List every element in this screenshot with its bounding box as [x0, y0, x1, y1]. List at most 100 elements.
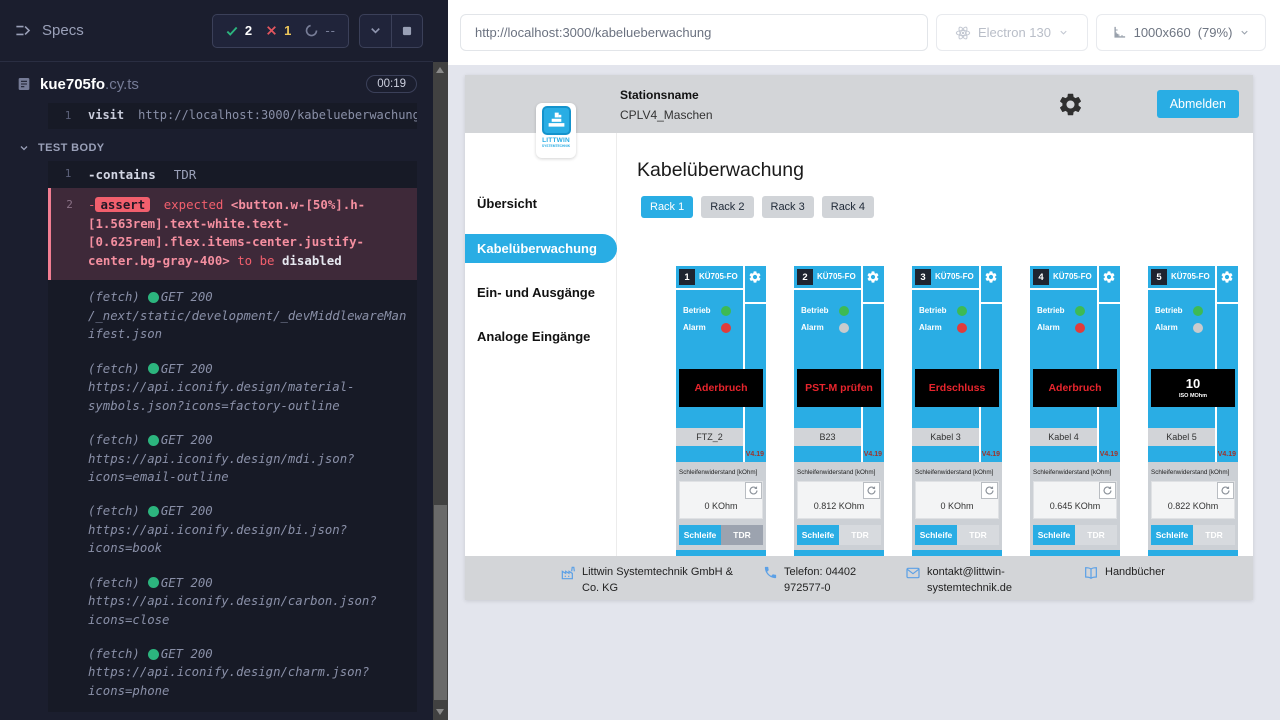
test-body-section[interactable]: TEST BODY	[18, 142, 433, 154]
card-model: KÜ705-FO	[699, 272, 738, 281]
specs-label: Specs	[42, 22, 84, 39]
refresh-button[interactable]	[981, 482, 998, 499]
fetch-url: /_next/static/development/_devMiddleware…	[88, 307, 411, 344]
card-divider	[863, 302, 884, 304]
tdr-button[interactable]: TDR	[721, 525, 763, 545]
tdr-button[interactable]: TDR	[1193, 525, 1235, 545]
rack-tab[interactable]: Rack 1	[641, 196, 693, 218]
alarm-led-row: Alarm	[676, 323, 743, 334]
rack-tab[interactable]: Rack 4	[822, 196, 874, 218]
rack-tab[interactable]: Rack 2	[701, 196, 753, 218]
schleife-button[interactable]: Schleife	[915, 525, 957, 545]
sidebar-item[interactable]: Übersicht	[477, 196, 537, 211]
card-settings-icon[interactable]	[1220, 270, 1234, 284]
scroll-down-arrow[interactable]	[436, 709, 444, 715]
tdr-button[interactable]: TDR	[957, 525, 999, 545]
viewport-select[interactable]: 1000x660 (79%)	[1096, 14, 1266, 51]
card-model: KÜ705-FO	[935, 272, 974, 281]
specs-toggle[interactable]: Specs	[14, 21, 84, 40]
stat-passed: 2	[225, 23, 252, 38]
sidebar-item[interactable]: Ein- und Ausgänge	[477, 285, 595, 300]
scrollbar-thumb[interactable]	[434, 505, 447, 700]
schleife-button[interactable]: Schleife	[1033, 525, 1075, 545]
rack-tab[interactable]: Rack 3	[762, 196, 814, 218]
visit-command-row[interactable]: 1 visit http://localhost:3000/kabelueber…	[48, 103, 417, 129]
card-divider	[861, 266, 863, 462]
alarm-led-row: Alarm	[912, 323, 979, 334]
footer-item[interactable]: kontakt@littwin-systemtechnik.de	[905, 565, 1039, 597]
browser-select[interactable]: Electron 130	[936, 14, 1088, 51]
footer-text: kontakt@littwin-systemtechnik.de	[927, 565, 1039, 597]
footer-item[interactable]: Handbücher	[1083, 565, 1225, 581]
refresh-button[interactable]	[1099, 482, 1116, 499]
logout-button[interactable]: Abmelden	[1157, 90, 1239, 118]
card-settings-icon[interactable]	[1102, 270, 1116, 284]
run-controls	[359, 14, 423, 48]
refresh-button[interactable]	[1217, 482, 1234, 499]
footer-item[interactable]: Littwin Systemtechnik GmbH & Co. KG	[560, 565, 734, 597]
status-ok-dot	[148, 435, 159, 446]
reporter-scrollbar[interactable]	[433, 62, 448, 720]
fetch-prefix: (fetch)	[88, 502, 140, 520]
tdr-button[interactable]: TDR	[1075, 525, 1117, 545]
station-name-value: CPLV4_Maschen	[620, 108, 713, 122]
resistance-value: 0.812 KOhm	[798, 501, 880, 511]
url-input[interactable]: http://localhost:3000/kabelueberwachung	[460, 14, 928, 51]
assert-message: -assert expected <button.w-[50%].h-[1.56…	[88, 196, 409, 270]
spec-row[interactable]: kue705fo.cy.ts 00:19	[0, 62, 433, 103]
cable-label: B23	[794, 428, 861, 446]
betrieb-led	[957, 306, 967, 316]
cards-row: 1 KÜ705-FO Betrieb Alarm Aderbruch FTZ_2…	[676, 266, 1238, 573]
footer-text: Littwin Systemtechnik GmbH & Co. KG	[582, 565, 734, 597]
collapse-button[interactable]	[360, 15, 391, 47]
schleife-button[interactable]: Schleife	[1151, 525, 1193, 545]
alarm-display: Erdschluss	[915, 369, 999, 407]
resistance-value: 0.645 KOhm	[1034, 501, 1116, 511]
schleife-button[interactable]: Schleife	[797, 525, 839, 545]
fetch-log-row[interactable]: (fetch)GET 200https://api.iconify.design…	[48, 352, 417, 423]
card-divider	[794, 288, 861, 290]
footer-item[interactable]: Telefon: 04402 972577-0	[763, 565, 892, 597]
resistance-value-box: 0.645 KOhm	[1033, 481, 1117, 519]
status-ok-dot	[148, 649, 159, 660]
card-model: KÜ705-FO	[817, 272, 856, 281]
fetch-url: https://api.iconify.design/mdi.json?icon…	[88, 450, 411, 487]
contains-command-row[interactable]: 1 -contains TDR	[48, 161, 417, 188]
sidebar-item[interactable]: Analoge Eingänge	[477, 329, 590, 344]
sidebar-item[interactable]: Kabelüberwachung	[465, 234, 617, 263]
settings-gear-icon[interactable]	[1057, 91, 1084, 118]
card-divider	[1030, 288, 1097, 290]
betrieb-led-row: Betrieb	[676, 306, 743, 317]
failed-assert-row[interactable]: 2 -assert expected <button.w-[50%].h-[1.…	[48, 188, 417, 280]
fetch-log-row[interactable]: (fetch)GET 200https://api.iconify.design…	[48, 494, 417, 565]
betrieb-led-row: Betrieb	[794, 306, 861, 317]
card-divider	[912, 288, 979, 290]
card-settings-icon[interactable]	[866, 270, 880, 284]
tdr-button[interactable]: TDR	[839, 525, 881, 545]
refresh-button[interactable]	[745, 482, 762, 499]
status-ok-dot	[148, 506, 159, 517]
fetch-prefix: (fetch)	[88, 645, 140, 663]
scroll-up-arrow[interactable]	[436, 67, 444, 73]
fetch-log-row[interactable]: (fetch)GET 200https://api.iconify.design…	[48, 637, 417, 708]
fetch-log-row[interactable]: (fetch)GET 200https://api.iconify.design…	[48, 423, 417, 494]
device-card: 2 KÜ705-FO Betrieb Alarm PST-M prüfen B2…	[794, 266, 884, 573]
fetch-log-row[interactable]: (fetch)GET 200/_next/static/development/…	[48, 280, 417, 351]
firmware-version: V4.19	[1100, 451, 1118, 458]
alarm-display: PST-M prüfen	[797, 369, 881, 407]
card-number: 2	[797, 269, 813, 285]
card-settings-icon[interactable]	[984, 270, 998, 284]
card-settings-icon[interactable]	[748, 270, 762, 284]
betrieb-led	[1075, 306, 1085, 316]
fetch-url: https://api.iconify.design/bi.json?icons…	[88, 521, 411, 558]
fetch-log-row[interactable]: (fetch)GET 200https://api.iconify.design…	[48, 566, 417, 637]
schleife-button[interactable]: Schleife	[679, 525, 721, 545]
alarm-led	[839, 323, 849, 333]
refresh-button[interactable]	[863, 482, 880, 499]
reporter-header: Specs 2 1 --	[0, 0, 433, 62]
spec-name: kue705fo.cy.ts	[40, 76, 139, 93]
stop-button[interactable]	[391, 15, 422, 47]
resistance-label: Schleifenwiderstand [kOhm]	[1151, 469, 1229, 476]
status-ok-dot	[148, 292, 159, 303]
card-model: KÜ705-FO	[1171, 272, 1210, 281]
